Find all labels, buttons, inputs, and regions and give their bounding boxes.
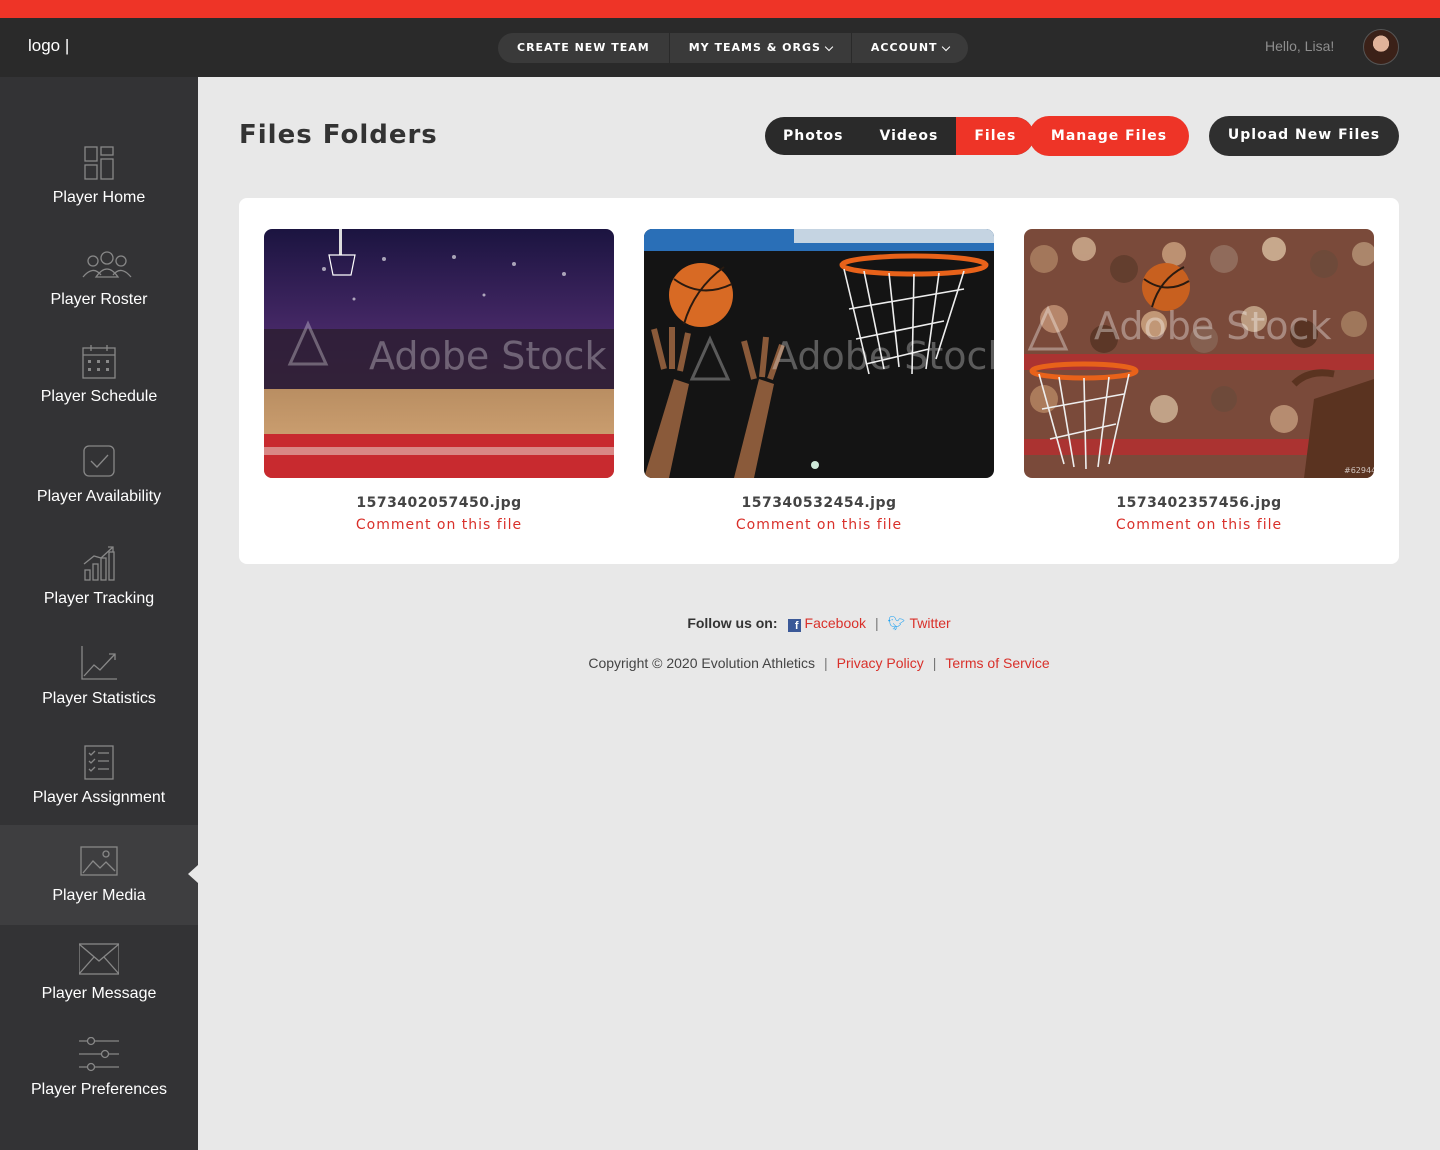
top-accent-bar <box>0 0 1440 18</box>
dashboard-icon <box>79 145 119 181</box>
checkbox-icon <box>79 444 119 480</box>
file-thumbnail[interactable]: Adobe Stock <box>644 229 994 478</box>
sidebar-item-label: Player Availability <box>36 488 162 505</box>
nav-label: CREATE NEW TEAM <box>517 41 650 54</box>
follow-label: Follow us on: <box>687 615 778 631</box>
twitter-icon: 🐦︎ <box>887 615 906 631</box>
file-name: 157340532454.jpg <box>741 495 897 511</box>
sidebar-item-label: Player Roster <box>50 291 148 308</box>
sidebar-item-player-home[interactable]: Player Home <box>0 127 198 227</box>
facebook-link[interactable]: f Facebook <box>787 615 867 632</box>
avatar[interactable] <box>1363 29 1399 65</box>
copyright-text: Copyright © 2020 Evolution Athletics <box>588 655 815 671</box>
tab-files[interactable]: Files <box>956 117 1035 155</box>
watermark-text: Adobe Stock <box>1094 304 1331 348</box>
tab-videos[interactable]: Videos <box>862 117 957 155</box>
image-tag: #62944 <box>1344 466 1374 475</box>
file-name: 1573402357456.jpg <box>1116 495 1282 511</box>
nav-label: ACCOUNT <box>870 41 938 54</box>
manage-files-button[interactable]: Manage Files <box>1029 116 1189 156</box>
sidebar-item-label: Player Preferences <box>30 1081 168 1098</box>
sidebar-item-player-preferences[interactable]: Player Preferences <box>0 1019 198 1119</box>
chevron-down-icon <box>824 42 834 51</box>
sidebar-item-player-tracking[interactable]: Player Tracking <box>0 528 198 628</box>
calendar-icon <box>79 344 119 380</box>
social-footer: Follow us on: f Facebook | 🐦︎ Twitter <box>0 615 1440 632</box>
tab-photos[interactable]: Photos <box>765 117 862 155</box>
sidebar-item-player-assignment[interactable]: Player Assignment <box>0 727 198 827</box>
sidebar-item-player-media[interactable]: Player Media <box>0 825 198 925</box>
file-card: Adobe Stock 157340532454.jpg Comment on … <box>644 229 994 533</box>
group-icon <box>79 247 132 283</box>
media-type-tabs: Photos Videos Files <box>765 117 1035 155</box>
watermark-text: Adobe Stock <box>772 334 994 378</box>
legal-footer: Copyright © 2020 Evolution Athletics | P… <box>0 655 1440 671</box>
sliders-icon <box>79 1036 119 1073</box>
sidebar-item-label: Player Tracking <box>43 590 155 607</box>
checklist-icon <box>79 745 119 781</box>
sidebar-item-player-message[interactable]: Player Message <box>0 923 198 1023</box>
sidebar-item-label: Player Statistics <box>42 690 156 707</box>
top-nav: CREATE NEW TEAM MY TEAMS & ORGS ACCOUNT <box>498 33 968 63</box>
watermark-text: Adobe Stock <box>369 334 606 378</box>
sidebar: Player Home Player Roster Player Schedul… <box>0 77 198 1150</box>
envelope-icon <box>78 941 120 977</box>
separator: | <box>932 655 937 671</box>
image-icon <box>79 843 119 879</box>
nav-label: MY TEAMS & ORGS <box>688 41 821 54</box>
sidebar-item-label: Player Schedule <box>40 388 158 405</box>
create-new-team-button[interactable]: CREATE NEW TEAM <box>498 33 670 63</box>
privacy-policy-link[interactable]: Privacy Policy <box>837 655 924 671</box>
bar-growth-icon <box>79 546 119 582</box>
top-header: logo | CREATE NEW TEAM MY TEAMS & ORGS A… <box>0 18 1440 77</box>
comment-link[interactable]: Comment on this file <box>264 517 614 533</box>
file-card: Adobe Stock #62944 1573402357456.jpg Com… <box>1024 229 1374 533</box>
twitter-link[interactable]: 🐦︎ Twitter <box>888 615 951 632</box>
twitter-label: Twitter <box>909 615 951 631</box>
chevron-down-icon <box>941 42 950 51</box>
sidebar-item-label: Player Assignment <box>32 789 166 806</box>
file-thumbnail[interactable]: Adobe Stock <box>264 229 614 478</box>
facebook-label: Facebook <box>804 615 867 631</box>
facebook-icon: f <box>787 619 801 632</box>
comment-link[interactable]: Comment on this file <box>1024 517 1374 533</box>
sidebar-item-label: Player Media <box>52 887 146 904</box>
sidebar-item-player-availability[interactable]: Player Availability <box>0 426 198 526</box>
files-panel: Adobe Stock 1573402057450.jpg Comment on… <box>239 198 1399 564</box>
sidebar-item-label: Player Home <box>52 189 146 206</box>
sidebar-item-player-roster[interactable]: Player Roster <box>0 229 198 329</box>
sidebar-item-player-statistics[interactable]: Player Statistics <box>0 628 198 728</box>
upload-new-files-button[interactable]: Upload New Files <box>1209 116 1399 156</box>
user-greeting: Hello, Lisa! <box>1265 38 1335 54</box>
page-title: Files Folders <box>239 120 438 150</box>
file-card: Adobe Stock 1573402057450.jpg Comment on… <box>264 229 614 533</box>
logo[interactable]: logo | <box>28 36 69 56</box>
separator: | <box>824 655 828 671</box>
comment-link[interactable]: Comment on this file <box>644 517 994 533</box>
file-name: 1573402057450.jpg <box>356 495 522 511</box>
terms-of-service-link[interactable]: Terms of Service <box>945 655 1049 671</box>
my-teams-orgs-dropdown[interactable]: MY TEAMS & ORGS <box>670 33 852 63</box>
sidebar-item-label: Player Message <box>41 985 157 1002</box>
sidebar-item-player-schedule[interactable]: Player Schedule <box>0 326 198 426</box>
separator: | <box>875 615 879 631</box>
account-dropdown[interactable]: ACCOUNT <box>852 33 968 63</box>
file-thumbnail[interactable]: Adobe Stock #62944 <box>1024 229 1374 478</box>
